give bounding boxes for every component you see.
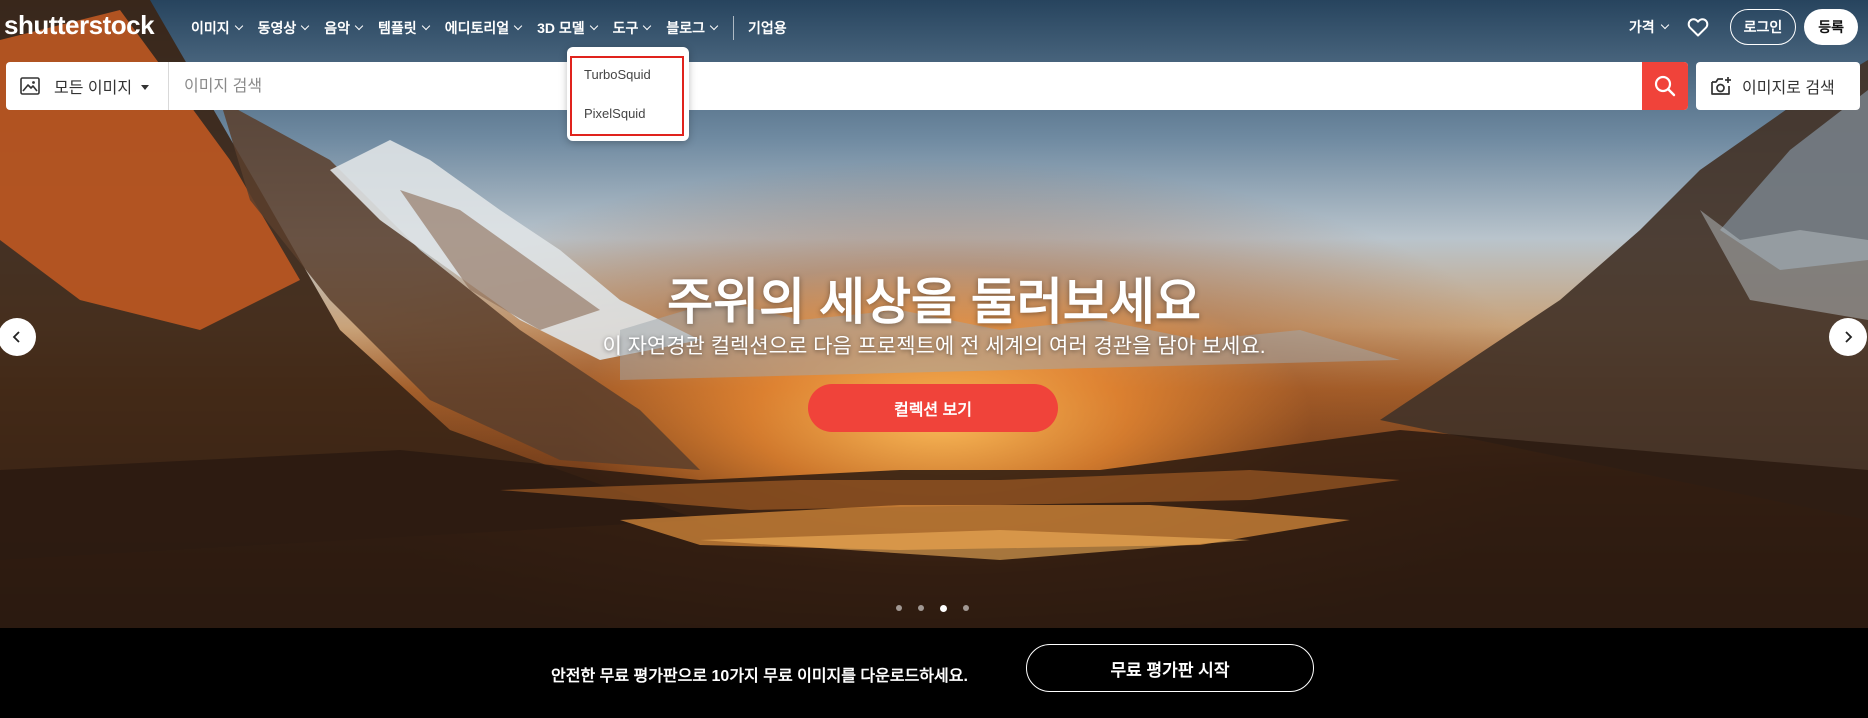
nav-images[interactable]: 이미지 <box>191 18 243 38</box>
image-search-label: 이미지로 검색 <box>1742 80 1835 97</box>
nav-label: 템플릿 <box>378 20 417 36</box>
view-collection-button[interactable]: 컬렉션 보기 <box>808 384 1058 432</box>
signup-button[interactable]: 등록 <box>1804 9 1858 45</box>
free-trial-text: 안전한 무료 평가판으로 10가지 무료 이미지를 다운로드하세요. <box>551 668 968 685</box>
chevron-left-icon <box>12 331 20 343</box>
shutterstock-logo[interactable]: shutterstock <box>4 10 155 41</box>
nav-label: 에디토리얼 <box>444 20 510 36</box>
chevron-down-icon <box>421 21 430 31</box>
login-button[interactable]: 로그인 <box>1729 9 1797 45</box>
hero-title: 주위의 세상을 둘러보세요 <box>667 274 1201 330</box>
caret-down-icon <box>141 85 150 90</box>
hero-banner: shutterstock 이미지 동영상 음악 템플릿 에디토리얼 3D 모델 … <box>0 0 1868 628</box>
heart-icon[interactable] <box>1686 15 1710 39</box>
nav-label: 동영상 <box>257 20 297 36</box>
search-type-label: 모든 이미지 <box>54 80 133 97</box>
search-icon <box>1654 75 1676 97</box>
hero-subtitle: 이 자연경관 컬렉션으로 다음 프로젝트에 전 세계의 여러 경관을 담아 보세… <box>602 335 1266 358</box>
carousel-dot-active[interactable] <box>940 605 947 612</box>
nav-divider <box>733 16 735 40</box>
nav-business[interactable]: 기업용 <box>748 18 787 38</box>
start-free-trial-button[interactable]: 무료 평가판 시작 <box>1026 644 1314 692</box>
nav-templates[interactable]: 템플릿 <box>378 18 430 38</box>
nav-3d-models[interactable]: 3D 모델 <box>537 18 598 38</box>
nav-music[interactable]: 음악 <box>324 18 364 38</box>
chevron-down-icon <box>643 21 652 31</box>
chevron-right-icon <box>1845 331 1853 343</box>
nav-tools[interactable]: 도구 <box>612 18 652 38</box>
main-nav: 이미지 동영상 음악 템플릿 에디토리얼 3D 모델 도구 블로그 기업용 <box>191 16 803 40</box>
search-input[interactable] <box>184 76 1584 98</box>
chevron-down-icon <box>513 21 523 31</box>
chevron-down-icon <box>354 21 364 31</box>
top-navigation: shutterstock 이미지 동영상 음악 템플릿 에디토리얼 3D 모델 … <box>0 0 1868 52</box>
search-button[interactable] <box>1642 62 1688 110</box>
pricing-label: 가격 <box>1628 19 1655 35</box>
search-bar: 모든 이미지 <box>6 62 1688 110</box>
camera-plus-icon <box>1711 77 1731 95</box>
chevron-down-icon <box>589 21 598 31</box>
nav-label: 블로그 <box>666 20 706 36</box>
image-icon <box>20 77 40 95</box>
carousel-dot[interactable] <box>896 605 902 611</box>
carousel-dots <box>896 605 985 612</box>
chevron-down-icon <box>301 21 310 31</box>
nav-label: 3D 모델 <box>537 20 585 36</box>
pricing-menu[interactable]: 가격 <box>1628 17 1669 37</box>
dropdown-item-pixelsquid[interactable]: PixelSquid <box>584 106 645 121</box>
dropdown-item-turbosquid[interactable]: TurboSquid <box>584 67 651 82</box>
nav-label: 음악 <box>324 20 351 36</box>
nav-editorial[interactable]: 에디토리얼 <box>444 18 523 38</box>
nav-label: 이미지 <box>191 20 230 36</box>
nav-label: 도구 <box>612 20 639 36</box>
carousel-next-button[interactable] <box>1829 318 1867 356</box>
carousel-dot[interactable] <box>918 605 924 611</box>
nav-videos[interactable]: 동영상 <box>257 18 310 38</box>
nav-blog[interactable]: 블로그 <box>666 18 719 38</box>
free-trial-bar: 안전한 무료 평가판으로 10가지 무료 이미지를 다운로드하세요. 무료 평가… <box>0 628 1868 718</box>
chevron-down-icon <box>234 21 243 31</box>
chevron-down-icon <box>1660 20 1669 30</box>
carousel-dot[interactable] <box>963 605 969 611</box>
image-search-button[interactable]: 이미지로 검색 <box>1696 62 1860 110</box>
3d-models-dropdown: TurboSquid PixelSquid <box>567 47 689 141</box>
account-actions: 가격 로그인 등록 <box>1629 9 1858 45</box>
chevron-down-icon <box>709 21 719 31</box>
search-type-select[interactable]: 모든 이미지 <box>6 62 169 110</box>
